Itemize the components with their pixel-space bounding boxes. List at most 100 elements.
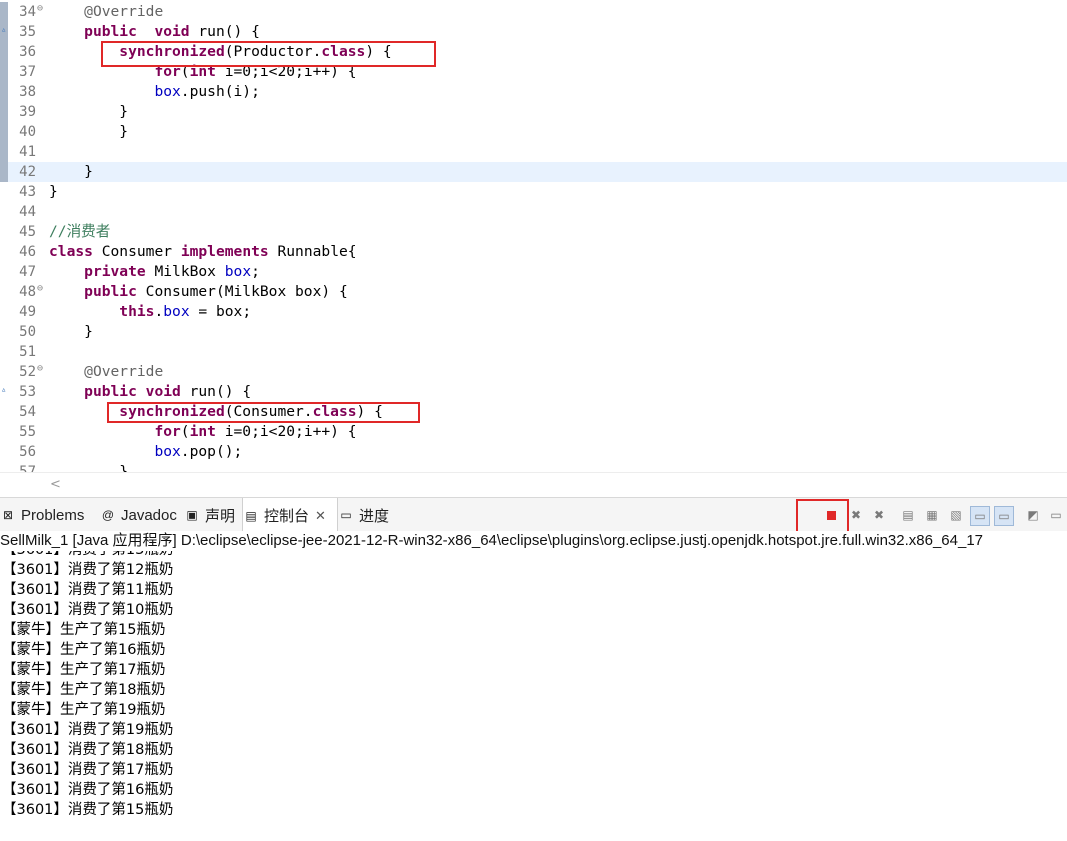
fold-toggle-icon[interactable]: ⊖ [37, 363, 43, 374]
tab-declaration[interactable]: ▣ 声明 [184, 498, 240, 532]
console-icon: ▤ [245, 508, 257, 523]
scroll-left-icon[interactable]: < [50, 477, 61, 492]
code-line[interactable]: 51 [0, 342, 1067, 362]
code-line[interactable]: 40 } [0, 122, 1067, 142]
console-line: 【3601】消费了第17瓶奶 [2, 762, 174, 778]
tab-label: Problems [21, 506, 85, 524]
console-line: 【3601】消费了第18瓶奶 [2, 742, 174, 758]
code-line[interactable]: 55 for(int i=0;i<20;i++) { [0, 422, 1067, 442]
range-indicator [0, 462, 8, 472]
line-number: 37 [19, 64, 36, 80]
line-number: 43 [19, 184, 36, 200]
code-line[interactable]: 38 box.push(i); [0, 82, 1067, 102]
clear-console-icon[interactable]: ▤ [899, 506, 917, 524]
code-text: class Consumer implements Runnable{ [49, 243, 357, 260]
line-number: 46 [19, 244, 36, 260]
range-indicator [0, 262, 8, 282]
highlight-box-consumer-sync [107, 402, 420, 423]
tab-console[interactable]: ▤ 控制台 ✕ [242, 498, 338, 533]
range-indicator [0, 182, 8, 202]
code-line[interactable]: 49 this.box = box; [0, 302, 1067, 322]
line-number: 49 [19, 304, 36, 320]
code-text: } [49, 163, 93, 180]
line-number: 38 [19, 84, 36, 100]
pin-console-icon[interactable]: ◩ [1024, 506, 1042, 524]
line-number: 39 [19, 104, 36, 120]
console-output[interactable]: 【3601】消费了第13瓶奶【3601】消费了第12瓶奶【3601】消费了第11… [0, 551, 1067, 841]
range-indicator [0, 242, 8, 262]
code-text: //消费者 [49, 223, 111, 240]
range-indicator [0, 362, 8, 382]
range-indicator [0, 222, 8, 242]
tab-progress[interactable]: ▭ 进度 [338, 498, 398, 532]
scroll-lock-icon[interactable]: ▦ [923, 506, 941, 524]
tab-label: Javadoc [121, 506, 177, 524]
console-description: SellMilk_1 [Java 应用程序] D:\eclipse\eclips… [0, 531, 1067, 551]
code-line[interactable]: 47 private MilkBox box; [0, 262, 1067, 282]
override-marker-icon: ▵ [1, 25, 7, 35]
code-text: } [49, 103, 129, 120]
range-indicator [0, 82, 8, 102]
console-line: 【蒙牛】生产了第18瓶奶 [2, 682, 166, 698]
code-line[interactable]: 39 } [0, 102, 1067, 122]
line-number: 56 [19, 444, 36, 460]
remove-launch-icon[interactable]: ✖ [847, 506, 865, 524]
fold-toggle-icon[interactable]: ⊖ [37, 3, 43, 14]
show-console-on-stderr-icon[interactable]: ▭ [994, 506, 1014, 526]
line-number: 41 [19, 144, 36, 160]
display-console-icon[interactable]: ▭ [1047, 506, 1065, 524]
code-line[interactable]: 45 //消费者 [0, 222, 1067, 242]
console-line: 【3601】消费了第13瓶奶 [2, 551, 173, 560]
range-indicator [0, 442, 8, 462]
show-console-on-stdout-icon[interactable]: ▭ [970, 506, 990, 526]
horizontal-scrollbar[interactable]: < [0, 472, 1067, 497]
word-wrap-icon[interactable]: ▧ [947, 506, 965, 524]
terminate-icon[interactable] [822, 506, 840, 524]
console-line: 【3601】消费了第19瓶奶 [2, 722, 174, 738]
line-number: 54 [19, 404, 36, 420]
fold-toggle-icon[interactable]: ⊖ [37, 283, 43, 294]
range-indicator [0, 142, 8, 162]
code-editor[interactable]: 34 ⊖ @Override ▵ 35 public void run() {36 s… [0, 0, 1067, 472]
line-number: 45 [19, 224, 36, 240]
line-number: 55 [19, 424, 36, 440]
tab-problems[interactable]: ⊠ Problems [0, 498, 98, 532]
code-line[interactable]: 46 class Consumer implements Runnable{ [0, 242, 1067, 262]
range-indicator [0, 302, 8, 322]
tab-javadoc[interactable]: @ Javadoc [100, 498, 180, 532]
code-text: public void run() { [84, 23, 260, 40]
javadoc-icon: @ [101, 508, 115, 522]
code-line[interactable]: 50 } [0, 322, 1067, 342]
range-indicator [0, 122, 8, 142]
highlight-box-productor-sync [101, 41, 436, 67]
code-line[interactable]: ▵ 53 public void run() { [0, 382, 1067, 402]
view-tab-bar: ⊠ Problems @ Javadoc ▣ 声明 ▤ 控制台 ✕ ▭ 进度 ✖ ✖ ▤ ▦ ▧ ▭… [0, 497, 1067, 533]
console-line: 【3601】消费了第16瓶奶 [2, 782, 174, 798]
code-line[interactable]: 52 ⊖ @Override [0, 362, 1067, 382]
code-text: @Override [84, 3, 164, 20]
code-line[interactable]: 41 [0, 142, 1067, 162]
range-indicator [0, 422, 8, 442]
close-icon[interactable]: ✕ [315, 508, 326, 524]
code-text: for(int i=0;i<20;i++) { [154, 423, 357, 440]
line-number: 47 [19, 264, 36, 280]
code-line[interactable]: ▵ 35 public void run() { [0, 22, 1067, 42]
code-line[interactable]: 57 } [0, 462, 1067, 472]
line-number: 53 [19, 384, 36, 400]
line-number: 35 [19, 24, 36, 40]
range-indicator [0, 342, 8, 362]
remove-all-launches-icon[interactable]: ✖ [870, 506, 888, 524]
code-line[interactable]: 44 [0, 202, 1067, 222]
range-indicator [0, 162, 8, 182]
code-line[interactable]: 48 ⊖ public Consumer(MilkBox box) { [0, 282, 1067, 302]
console-line: 【3601】消费了第12瓶奶 [2, 562, 174, 578]
tab-label: 控制台 [264, 508, 310, 525]
code-text: } [49, 183, 58, 200]
line-number: 34 [19, 4, 36, 20]
code-text: box.pop(); [154, 443, 243, 460]
code-line[interactable]: 43} [0, 182, 1067, 202]
range-indicator [0, 2, 8, 22]
code-line[interactable]: 34 ⊖ @Override [0, 2, 1067, 22]
code-line[interactable]: 56 box.pop(); [0, 442, 1067, 462]
code-line[interactable]: 42 } [0, 162, 1067, 182]
